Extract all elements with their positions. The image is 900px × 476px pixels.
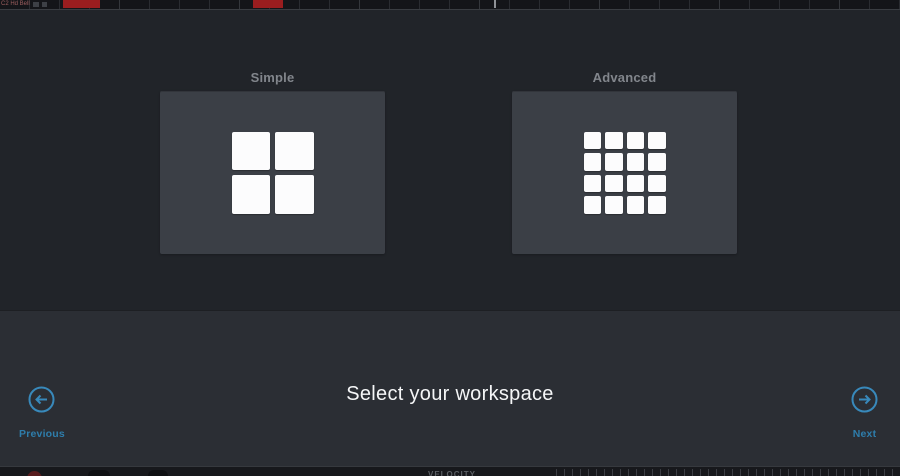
previous-button-label: Previous xyxy=(19,428,65,440)
daw-chip xyxy=(42,2,47,7)
next-button-label: Next xyxy=(853,428,877,440)
daw-velocity-stems xyxy=(556,469,900,476)
grid-2x2-icon xyxy=(232,132,314,214)
daw-knob xyxy=(88,470,110,476)
daw-device-strip: VELOCITY xyxy=(0,466,900,476)
grid-cell xyxy=(584,175,602,193)
velocity-lane-label: VELOCITY xyxy=(428,470,476,476)
daw-track-label: C2 Hd Bell xyxy=(1,0,30,9)
arrow-right-icon xyxy=(851,386,878,413)
daw-playhead xyxy=(494,0,496,8)
daw-clip-red xyxy=(63,0,100,8)
page-title: Select your workspace xyxy=(0,383,900,406)
workspace-select-screen: C2 Hd Bell Simple Advanced Select your w… xyxy=(0,0,900,476)
grid-cell xyxy=(275,175,314,214)
grid-cell xyxy=(275,132,314,171)
simple-workspace-card[interactable] xyxy=(160,91,385,254)
grid-cell xyxy=(605,153,623,171)
workspace-options-section: Simple Advanced xyxy=(0,10,900,310)
grid-cell xyxy=(627,196,645,214)
daw-timeline-strip: C2 Hd Bell xyxy=(0,0,900,10)
grid-cell xyxy=(584,196,602,214)
daw-knob-red xyxy=(27,471,42,476)
grid-cell xyxy=(584,153,602,171)
grid-cell xyxy=(232,175,271,214)
grid-cell xyxy=(627,175,645,193)
advanced-option-label: Advanced xyxy=(512,70,737,85)
daw-chip xyxy=(33,2,39,7)
previous-button[interactable]: Previous xyxy=(19,386,65,440)
daw-clip-red xyxy=(253,0,283,8)
grid-cell xyxy=(605,175,623,193)
grid-cell xyxy=(232,132,271,171)
grid-cell xyxy=(584,132,602,150)
advanced-workspace-card[interactable] xyxy=(512,91,737,254)
grid-cell xyxy=(648,132,666,150)
grid-cell xyxy=(648,153,666,171)
grid-cell xyxy=(605,196,623,214)
grid-4x4-icon xyxy=(584,132,666,214)
next-button[interactable]: Next xyxy=(851,386,878,440)
simple-option-label: Simple xyxy=(160,70,385,85)
grid-cell xyxy=(648,175,666,193)
arrow-left-icon xyxy=(28,386,55,413)
grid-cell xyxy=(627,153,645,171)
grid-cell xyxy=(648,196,666,214)
workspace-footer-section: Select your workspace Previous Next xyxy=(0,310,900,466)
daw-knob xyxy=(148,470,168,476)
grid-cell xyxy=(605,132,623,150)
grid-cell xyxy=(627,132,645,150)
